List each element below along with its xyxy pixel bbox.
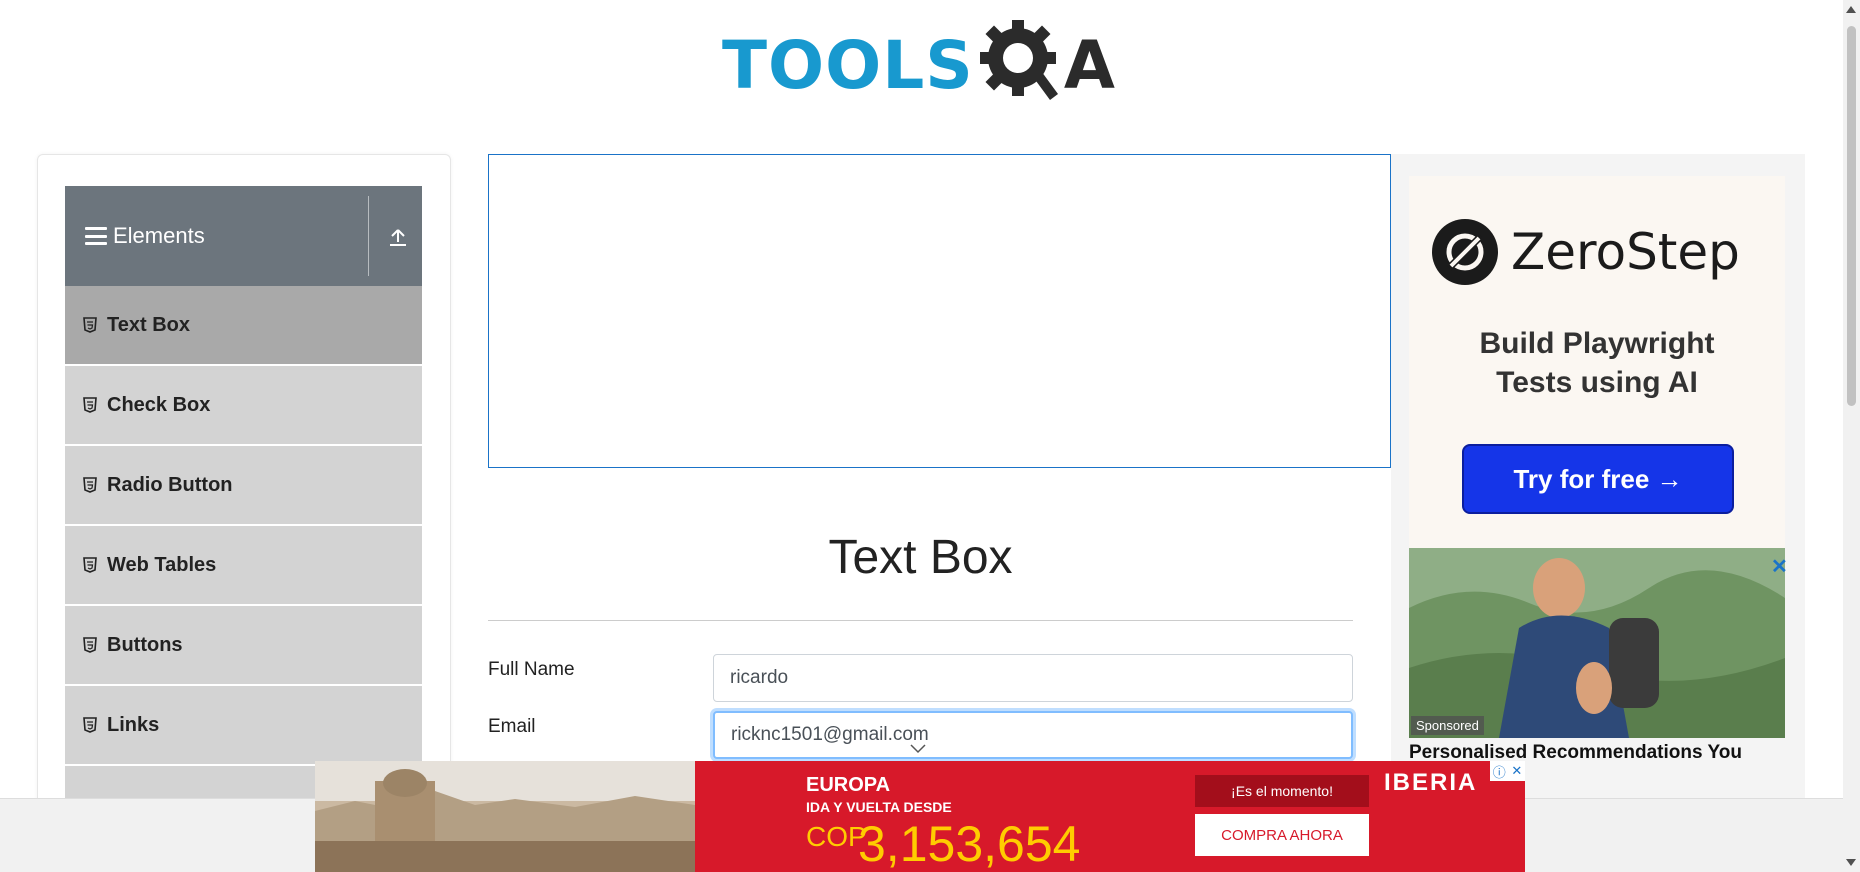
try-for-free-button[interactable]: Try for free → bbox=[1462, 444, 1734, 514]
hiker-ad-image[interactable] bbox=[1409, 548, 1785, 738]
sidebar-item-label: Radio Button bbox=[107, 473, 233, 496]
logo-letter-a: A bbox=[1063, 26, 1115, 104]
headline-line-1: Build Playwright bbox=[1479, 327, 1715, 360]
sidebar-item-web-tables[interactable]: Web Tables bbox=[65, 526, 422, 606]
sponsored-badge: Sponsored bbox=[1411, 716, 1484, 735]
html5-icon bbox=[83, 557, 97, 573]
collapse-upload-icon[interactable] bbox=[389, 227, 407, 247]
sidebar-item-label: Web Tables bbox=[107, 553, 217, 576]
sidebar-item-text-box[interactable]: Text Box bbox=[65, 286, 422, 366]
top-ad-banner[interactable] bbox=[488, 154, 1391, 468]
toolsqa-logo[interactable]: TOOLS A bbox=[722, 18, 1115, 112]
destination: EUROPA bbox=[806, 774, 891, 796]
scroll-down-icon[interactable] bbox=[1846, 859, 1856, 866]
chevron-down-icon[interactable] bbox=[910, 744, 926, 754]
zerostep-logo: ZeroStep bbox=[1431, 218, 1740, 286]
elements-group-header[interactable]: Elements bbox=[65, 186, 422, 286]
page: TOOLS A Elements Text Box Check Box Radi… bbox=[0, 0, 1860, 872]
scroll-up-icon[interactable] bbox=[1846, 6, 1856, 13]
full-name-label: Full Name bbox=[488, 659, 575, 680]
full-name-input[interactable]: ricardo bbox=[713, 654, 1353, 702]
zerostep-logo-icon bbox=[1432, 219, 1498, 285]
email-label: Email bbox=[488, 716, 536, 737]
buy-now-button[interactable]: COMPRA AHORA bbox=[1195, 814, 1369, 856]
sidebar-item-label: Check Box bbox=[107, 393, 211, 416]
html5-icon bbox=[83, 317, 97, 333]
zerostep-headline: Build Playwright Tests using AI bbox=[1409, 324, 1785, 402]
logo-text: TOOLS bbox=[722, 26, 974, 104]
header-divider bbox=[368, 196, 369, 276]
sidebar-item-label: Text Box bbox=[107, 313, 190, 336]
sidebar-item-label: Buttons bbox=[107, 633, 183, 656]
scrollbar-thumb[interactable] bbox=[1847, 26, 1856, 406]
headline-line-2: Tests using AI bbox=[1496, 366, 1698, 399]
gear-magnifier-icon bbox=[979, 20, 1058, 100]
close-icon[interactable]: ✕ bbox=[1511, 763, 1522, 779]
title-divider bbox=[488, 620, 1353, 621]
route-subtitle: IDA Y VUELTA DESDE bbox=[806, 799, 952, 815]
vertical-scrollbar[interactable] bbox=[1843, 0, 1860, 872]
sidebar-item-buttons[interactable]: Buttons bbox=[65, 606, 422, 686]
zerostep-ad[interactable]: ZeroStep Build Playwright Tests using AI… bbox=[1409, 176, 1785, 548]
email-input[interactable]: ricknc1501@gmail.com bbox=[713, 711, 1353, 759]
city-photo bbox=[315, 761, 695, 872]
price-value: 3,153,654 bbox=[858, 816, 1081, 872]
html5-icon bbox=[83, 717, 97, 733]
info-icon[interactable]: ⓘ bbox=[1493, 762, 1506, 781]
sidebar-item-label: Links bbox=[107, 713, 160, 736]
iberia-logo: IBERIA bbox=[1384, 769, 1478, 796]
ad-close-icon[interactable]: ✕ bbox=[1771, 554, 1788, 579]
adchoices[interactable]: ⓘ ✕ bbox=[1490, 761, 1525, 781]
hamburger-icon bbox=[85, 227, 107, 245]
moment-tag: ¡Es el momento! bbox=[1195, 775, 1369, 807]
html5-icon bbox=[83, 477, 97, 493]
sidebar-item-radio-button[interactable]: Radio Button bbox=[65, 446, 422, 526]
sidebar-item-check-box[interactable]: Check Box bbox=[65, 366, 422, 446]
iberia-ad-banner[interactable]: EUROPA IDA Y VUELTA DESDE COP 3,153,654 … bbox=[315, 761, 1525, 872]
html5-icon bbox=[83, 637, 97, 653]
zerostep-brand: ZeroStep bbox=[1511, 223, 1740, 281]
sidebar-item-links[interactable]: Links bbox=[65, 686, 422, 766]
group-title: Elements bbox=[113, 223, 205, 248]
html5-icon bbox=[83, 397, 97, 413]
page-title: Text Box bbox=[828, 531, 1013, 584]
